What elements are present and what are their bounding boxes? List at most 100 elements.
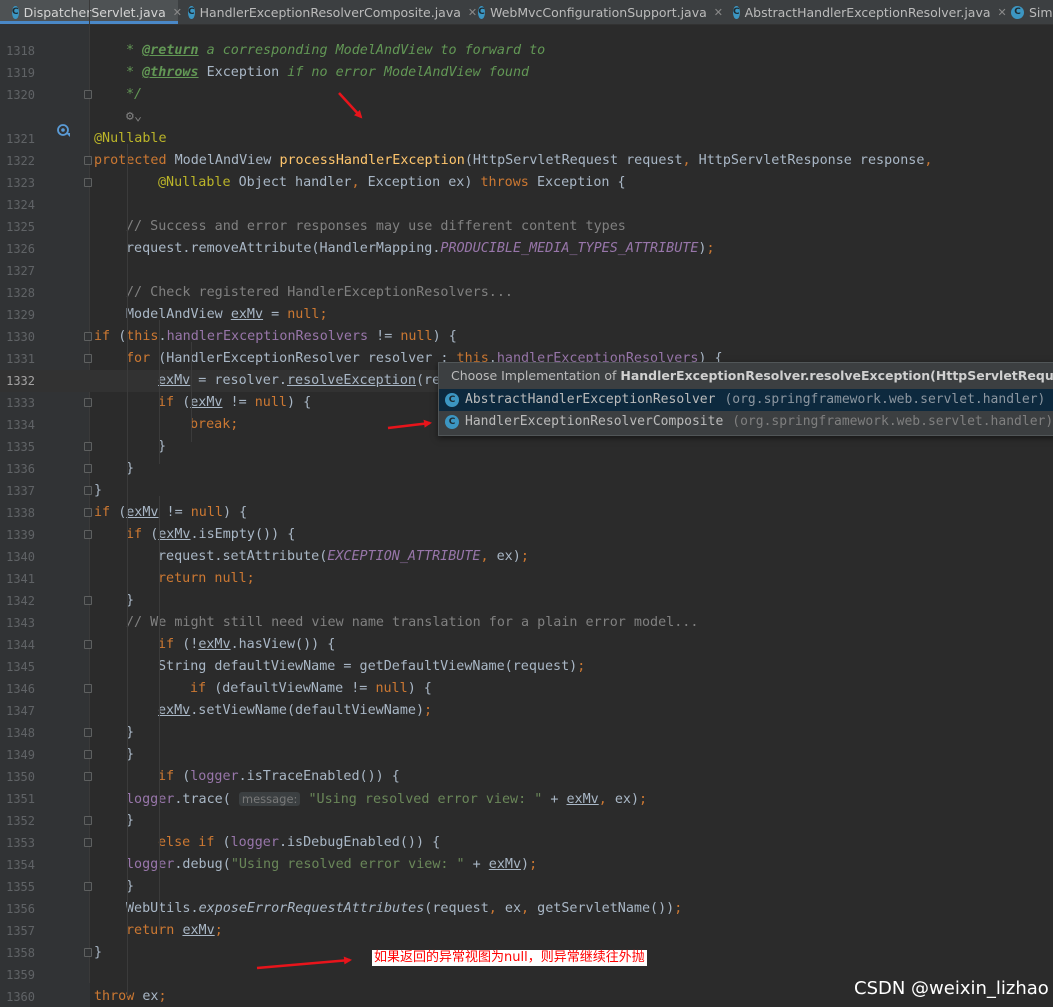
code-line[interactable]: 1321 @Nullable bbox=[0, 128, 1053, 150]
fold-marker-icon[interactable] bbox=[84, 948, 92, 957]
code-line[interactable]: 1328 // Check registered HandlerException… bbox=[0, 282, 1053, 304]
fold-marker-icon[interactable] bbox=[84, 508, 92, 517]
code-line[interactable]: 1356 WebUtils.exposeErrorRequestAttribute… bbox=[0, 898, 1053, 920]
code-line[interactable]: 1339 if (exMv.isEmpty()) { bbox=[0, 524, 1053, 546]
fold-marker-icon[interactable] bbox=[84, 684, 92, 693]
code-token: exMv bbox=[488, 857, 522, 872]
code-text: throw ex; bbox=[94, 986, 167, 1007]
code-line[interactable]: 1330 if (this.handlerExceptionResolvers !… bbox=[0, 326, 1053, 348]
code-line[interactable]: 1319 * @throws Exception if no error Mode… bbox=[0, 62, 1053, 84]
code-line[interactable]: 1355} bbox=[0, 876, 1053, 898]
code-line[interactable]: 1324 bbox=[0, 194, 1053, 216]
fold-marker-icon[interactable] bbox=[84, 596, 92, 605]
implemented-method-icon[interactable] bbox=[57, 124, 71, 138]
code-line[interactable]: 1327 bbox=[0, 260, 1053, 282]
implementation-name: AbstractHandlerExceptionResolver bbox=[465, 392, 716, 407]
code-token: null; bbox=[287, 307, 328, 322]
fold-marker-icon[interactable] bbox=[84, 772, 92, 781]
line-number: 1337 bbox=[6, 484, 35, 498]
code-line[interactable]: 1344 if (!exMv.hasView()) { bbox=[0, 634, 1053, 656]
code-token: exMv bbox=[182, 923, 215, 938]
code-token: exposeErrorRequestAttributes bbox=[198, 901, 425, 916]
fold-marker-icon[interactable] bbox=[84, 882, 92, 891]
tab-web-mvc-configuration-support[interactable]: C WebMvcConfigurationSupport.java ✕ bbox=[468, 0, 723, 24]
code-line[interactable]: 1343 // We might still need view name tra… bbox=[0, 612, 1053, 634]
code-line[interactable]: 1326 request.removeAttribute(HandlerMappi… bbox=[0, 238, 1053, 260]
code-token: logger bbox=[190, 769, 239, 784]
code-line[interactable]: 1340 request.setAttribute(EXCEPTION_ATTRI… bbox=[0, 546, 1053, 568]
indent-guide bbox=[127, 144, 128, 996]
code-line[interactable]: 1322 protected ModelAndView processHandle… bbox=[0, 150, 1053, 172]
code-line[interactable]: 1329 ModelAndView exMv = null; bbox=[0, 304, 1053, 326]
class-icon: C bbox=[733, 5, 740, 19]
code-line[interactable]: 1336} bbox=[0, 458, 1053, 480]
code-line[interactable]: 1351 logger.trace( message: "Using resolv… bbox=[0, 788, 1053, 810]
code-token: */ bbox=[126, 87, 143, 102]
code-line[interactable]: 1337} bbox=[0, 480, 1053, 502]
implementation-name: HandlerExceptionResolverComposite bbox=[465, 414, 724, 429]
code-line[interactable]: 1335} bbox=[0, 436, 1053, 458]
fold-marker-icon[interactable] bbox=[84, 178, 92, 187]
code-token: exMv bbox=[190, 395, 223, 410]
code-token: null bbox=[190, 505, 223, 520]
code-line[interactable]: 1352} bbox=[0, 810, 1053, 832]
fold-marker-icon[interactable] bbox=[84, 486, 92, 495]
code-line[interactable]: 1325 // Success and error responses may u… bbox=[0, 216, 1053, 238]
code-line[interactable]: 1357 return exMv; bbox=[0, 920, 1053, 942]
fold-marker-icon[interactable] bbox=[84, 442, 92, 451]
code-line[interactable]: 1323 @Nullable Object handler, Exception … bbox=[0, 172, 1053, 194]
code-token: != bbox=[222, 395, 255, 410]
tab-label: AbstractHandlerExceptionResolver.java bbox=[744, 4, 991, 20]
code-line[interactable]: 1318 * @return a corresponding ModelAndVi… bbox=[0, 40, 1053, 62]
fold-marker-icon[interactable] bbox=[84, 398, 92, 407]
code-line[interactable]: 1354 logger.debug("Using resolved error v… bbox=[0, 854, 1053, 876]
code-text: logger.debug("Using resolved error view:… bbox=[126, 854, 537, 876]
code-line[interactable]: 1346 if (defaultViewName != null) { bbox=[0, 678, 1053, 700]
code-token: ex bbox=[504, 901, 522, 916]
code-token: ) { bbox=[407, 681, 432, 696]
class-icon: C bbox=[1011, 5, 1024, 19]
close-icon[interactable]: ✕ bbox=[714, 6, 723, 19]
fold-marker-icon[interactable] bbox=[84, 816, 92, 825]
fold-marker-icon[interactable] bbox=[84, 156, 92, 165]
tab-simp[interactable]: C Simp bbox=[1003, 0, 1053, 24]
fold-marker-icon[interactable] bbox=[84, 728, 92, 737]
code-line[interactable]: 1353 else if (logger.isDebugEnabled()) { bbox=[0, 832, 1053, 854]
implementation-item-handler-exception-resolver-composite[interactable]: C HandlerExceptionResolverComposite (org… bbox=[439, 411, 1053, 433]
code-line[interactable]: 1341 return null; bbox=[0, 568, 1053, 590]
implementation-item-abstract-handler-exception-resolver[interactable]: C AbstractHandlerExceptionResolver (org.… bbox=[439, 389, 1053, 411]
fold-marker-icon[interactable] bbox=[84, 530, 92, 539]
code-line[interactable]: 1349} bbox=[0, 744, 1053, 766]
tab-handler-exception-resolver-composite[interactable]: C HandlerExceptionResolverComposite.java… bbox=[178, 0, 477, 24]
code-token: ⚙⌄ bbox=[126, 109, 143, 124]
code-text: // We might still need view name transla… bbox=[126, 612, 698, 634]
code-text: logger.trace( message: "Using resolved e… bbox=[126, 788, 647, 811]
code-line[interactable]: ⚙⌄ bbox=[0, 106, 1053, 128]
line-number: 1352 bbox=[6, 814, 35, 828]
code-line[interactable]: 1338 if (exMv != null) { bbox=[0, 502, 1053, 524]
tab-abstract-handler-exception-resolver[interactable]: C AbstractHandlerExceptionResolver.java … bbox=[723, 0, 1007, 24]
code-line[interactable]: 1350 if (logger.isTraceEnabled()) { bbox=[0, 766, 1053, 788]
code-line[interactable]: 1347 exMv.setViewName(defaultViewName); bbox=[0, 700, 1053, 722]
fold-marker-icon[interactable] bbox=[84, 90, 92, 99]
fold-marker-icon[interactable] bbox=[84, 354, 92, 363]
code-editor[interactable]: 1318 * @return a corresponding ModelAndVi… bbox=[0, 24, 1053, 1007]
fold-marker-icon[interactable] bbox=[84, 838, 92, 847]
code-token: a corresponding ModelAndView to forward … bbox=[198, 43, 546, 58]
code-token: (request bbox=[424, 901, 489, 916]
fold-marker-icon[interactable] bbox=[84, 750, 92, 759]
code-token: null bbox=[254, 395, 287, 410]
choose-implementation-popup: Choose Implementation of HandlerExceptio… bbox=[438, 362, 1053, 436]
line-number: 1327 bbox=[6, 264, 35, 278]
code-line[interactable]: 1320 */ bbox=[0, 84, 1053, 106]
line-number: 1325 bbox=[6, 220, 35, 234]
fold-marker-icon[interactable] bbox=[84, 640, 92, 649]
code-line[interactable]: 1345 String defaultViewName = getDefaultV… bbox=[0, 656, 1053, 678]
fold-marker-icon[interactable] bbox=[84, 332, 92, 341]
fold-marker-icon[interactable] bbox=[84, 464, 92, 473]
code-token: null bbox=[375, 681, 408, 696]
class-icon: C bbox=[12, 5, 19, 19]
code-line[interactable]: 1348} bbox=[0, 722, 1053, 744]
code-line[interactable]: 1342} bbox=[0, 590, 1053, 612]
code-token: , bbox=[488, 901, 505, 916]
